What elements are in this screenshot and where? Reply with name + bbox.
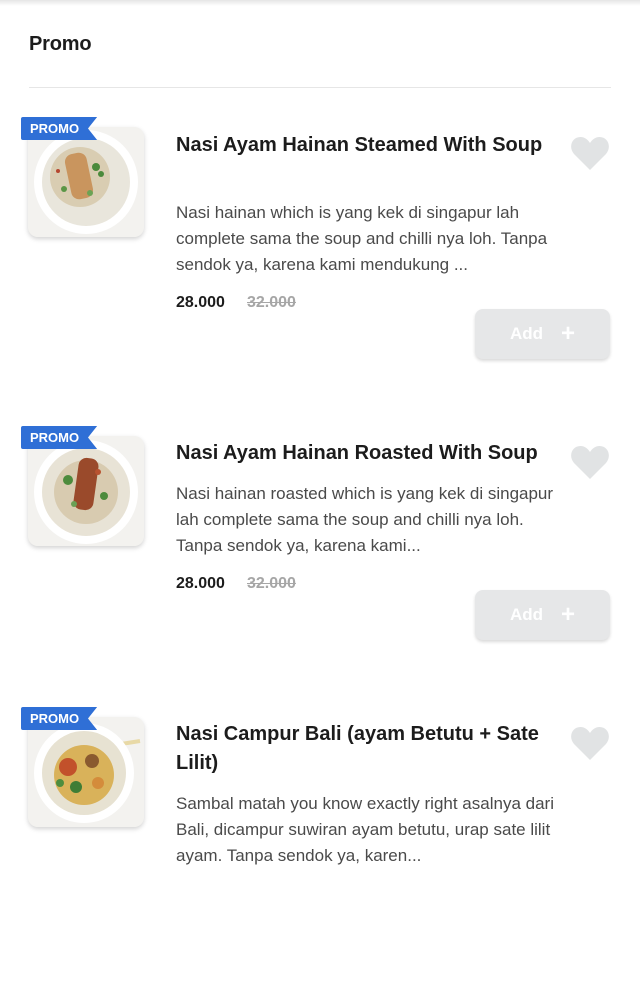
item-description: Sambal matah you know exactly right asal… [176,794,554,865]
item-original-price: 32.000 [247,575,296,592]
menu-item[interactable]: PROMO Nasi Ayam Hainan Roasted With Soup… [0,426,640,706]
item-name[interactable]: Nasi Ayam Hainan Roasted With Soup [176,439,551,468]
heart-icon[interactable] [570,135,610,171]
item-price: 28.000 [176,575,225,592]
section-title: Promo [29,33,92,55]
item-name[interactable]: Nasi Ayam Hainan Steamed With Soup [176,131,551,160]
item-description: Nasi hainan roasted which is yang kek di… [176,484,554,555]
item-description: Nasi hainan which is yang kek di singapu… [176,203,548,274]
promo-badge: PROMO [21,426,98,449]
add-button-label: Add [509,324,544,343]
item-name[interactable]: Nasi Campur Bali (ayam Betutu + Sate Lil… [176,720,551,778]
food-image[interactable] [28,717,144,827]
item-price: 28.000 [176,294,225,311]
menu-item[interactable]: PROMO Nasi Ayam Hainan Steamed With Soup… [0,117,640,397]
plus-icon: + [561,601,576,628]
promo-badge: PROMO [21,707,98,730]
add-button-label: Add [509,605,544,624]
promo-badge: PROMO [21,117,98,140]
add-button[interactable]: Add + [475,590,610,640]
food-image[interactable] [28,127,144,237]
heart-icon[interactable] [570,725,610,761]
heart-icon[interactable] [570,444,610,480]
food-image[interactable] [28,436,144,546]
add-button[interactable]: Add + [475,309,610,359]
top-shadow [0,0,640,6]
menu-item[interactable]: PROMO Nasi Campur Bali (ayam Betutu + Sa… [0,707,640,987]
item-original-price: 32.000 [247,294,296,311]
plus-icon: + [561,320,576,347]
section-divider [29,87,611,88]
